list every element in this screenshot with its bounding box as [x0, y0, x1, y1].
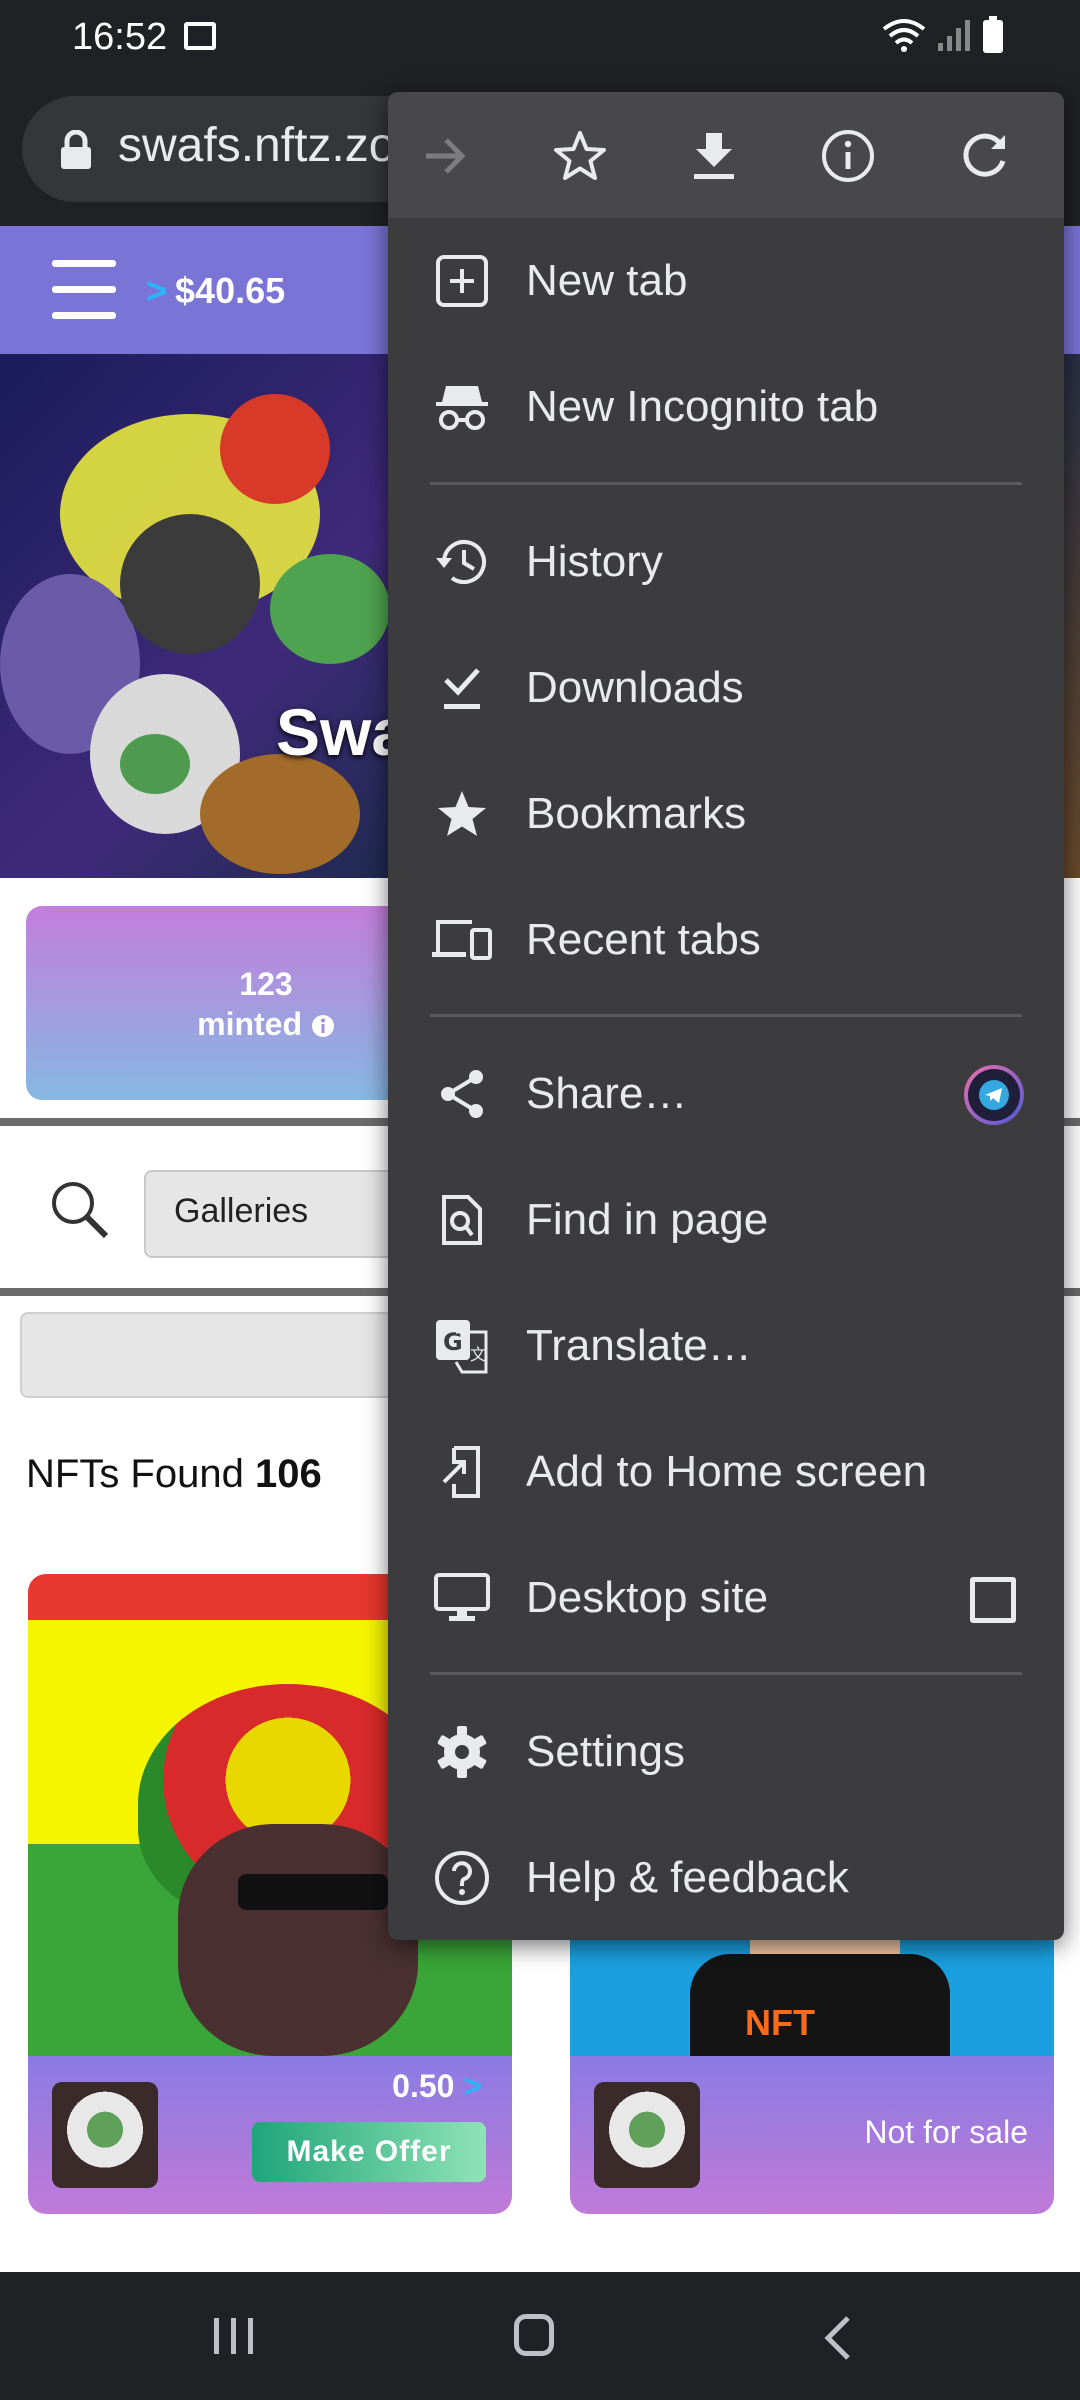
nft-card-footer: 0.50 > Make Offer [28, 2056, 512, 2214]
bookmarks-icon [432, 784, 492, 844]
minted-stat: 123 minted [186, 964, 346, 1044]
search-icon[interactable] [48, 1178, 110, 1240]
menu-item-label: Help & feedback [526, 1853, 849, 1902]
menu-item-new-tab[interactable]: New tab [388, 218, 1064, 344]
menu-item-desktop-site[interactable]: Desktop site [388, 1535, 1064, 1661]
currency-chevron-icon: > [146, 270, 168, 311]
menu-item-label: Downloads [526, 663, 744, 712]
menu-item-help-feedback[interactable]: Help & feedback [388, 1815, 1064, 1940]
nfts-found-label: NFTs Found [26, 1452, 244, 1496]
desktop-site-checkbox[interactable] [970, 1577, 1016, 1623]
lock-icon[interactable] [58, 130, 94, 170]
recent-tabs-icon [432, 910, 492, 970]
menu-item-translate[interactable]: G文 Translate… [388, 1283, 1064, 1409]
info-icon[interactable] [311, 1014, 335, 1038]
signal-icon [938, 20, 970, 51]
nft-shirt-text: NFT [745, 2002, 815, 2043]
nft-card-footer: Not for sale [570, 2056, 1054, 2214]
menu-item-label: Add to Home screen [526, 1447, 928, 1496]
wifi-icon [882, 19, 926, 52]
menu-item-label: Find in page [526, 1195, 769, 1244]
battery-icon [983, 16, 1003, 53]
nft-price: 0.50 > [392, 2068, 482, 2104]
minted-label: minted [197, 1006, 302, 1042]
menu-item-label: Translate… [526, 1321, 752, 1370]
system-nav-bar [0, 2272, 1080, 2400]
menu-item-new-incognito-tab[interactable]: New Incognito tab [388, 344, 1064, 470]
balance-value: $40.65 [175, 270, 286, 311]
menu-item-add-to-home-screen[interactable]: Add to Home screen [388, 1409, 1064, 1535]
menu-item-find-in-page[interactable]: Find in page [388, 1157, 1064, 1283]
menu-item-label: Bookmarks [526, 789, 747, 838]
menu-separator [430, 482, 1022, 485]
menu-item-label: Settings [526, 1727, 685, 1776]
sale-status: Not for sale [864, 2114, 1028, 2150]
image-notification-icon [184, 22, 216, 50]
browser-overflow-menu: New tab New Incognito tab History Downlo… [388, 92, 1064, 1940]
forward-icon[interactable] [416, 126, 476, 186]
menu-item-settings[interactable]: Settings [388, 1689, 1064, 1815]
owner-avatar[interactable] [594, 2082, 700, 2188]
menu-item-label: Recent tabs [526, 915, 761, 964]
settings-icon [432, 1722, 492, 1782]
recent-apps-icon[interactable] [212, 2316, 256, 2356]
minted-count: 123 [239, 966, 293, 1002]
menu-item-share[interactable]: Share… [388, 1031, 1064, 1157]
info-icon[interactable] [818, 126, 878, 186]
menu-item-label: New tab [526, 256, 688, 305]
menu-item-recent-tabs[interactable]: Recent tabs [388, 877, 1064, 1003]
share-icon [432, 1064, 492, 1124]
add-to-home-icon [432, 1442, 492, 1502]
home-icon[interactable] [514, 2314, 554, 2356]
menu-item-downloads[interactable]: Downloads [388, 625, 1064, 751]
hamburger-menu-icon[interactable] [52, 260, 116, 320]
wallet-balance: > $40.65 [146, 270, 285, 312]
status-time: 16:52 [72, 16, 168, 58]
find-in-page-icon [432, 1190, 492, 1250]
owner-avatar[interactable] [52, 2082, 158, 2188]
status-icons [882, 16, 1004, 54]
svg-text:文: 文 [470, 1345, 486, 1364]
bookmark-star-icon[interactable] [550, 126, 610, 186]
new-tab-icon [432, 251, 492, 311]
download-icon[interactable] [684, 126, 744, 186]
make-offer-button[interactable]: Make Offer [252, 2122, 486, 2182]
menu-top-bar [388, 92, 1064, 218]
status-bar: 16:52 [0, 0, 1080, 78]
menu-item-label: New Incognito tab [526, 382, 879, 431]
nfts-found: NFTs Found 106 [26, 1452, 322, 1497]
currency-chevron-icon: > [463, 2068, 482, 2104]
translate-icon: G文 [432, 1316, 492, 1376]
menu-separator [430, 1014, 1022, 1017]
history-icon [432, 532, 492, 592]
back-icon[interactable] [822, 2316, 852, 2360]
help-icon [432, 1848, 492, 1908]
nfts-found-count: 106 [254, 1452, 322, 1496]
refresh-icon[interactable] [954, 126, 1014, 186]
menu-item-bookmarks[interactable]: Bookmarks [388, 751, 1064, 877]
desktop-icon [432, 1568, 492, 1628]
menu-separator [430, 1672, 1022, 1675]
downloads-icon [432, 658, 492, 718]
incognito-icon [432, 377, 492, 437]
menu-item-label: Desktop site [526, 1573, 769, 1622]
menu-item-label: Share… [526, 1069, 688, 1118]
telegram-share-icon[interactable] [964, 1065, 1024, 1125]
menu-item-label: History [526, 537, 663, 586]
menu-item-history[interactable]: History [388, 499, 1064, 625]
